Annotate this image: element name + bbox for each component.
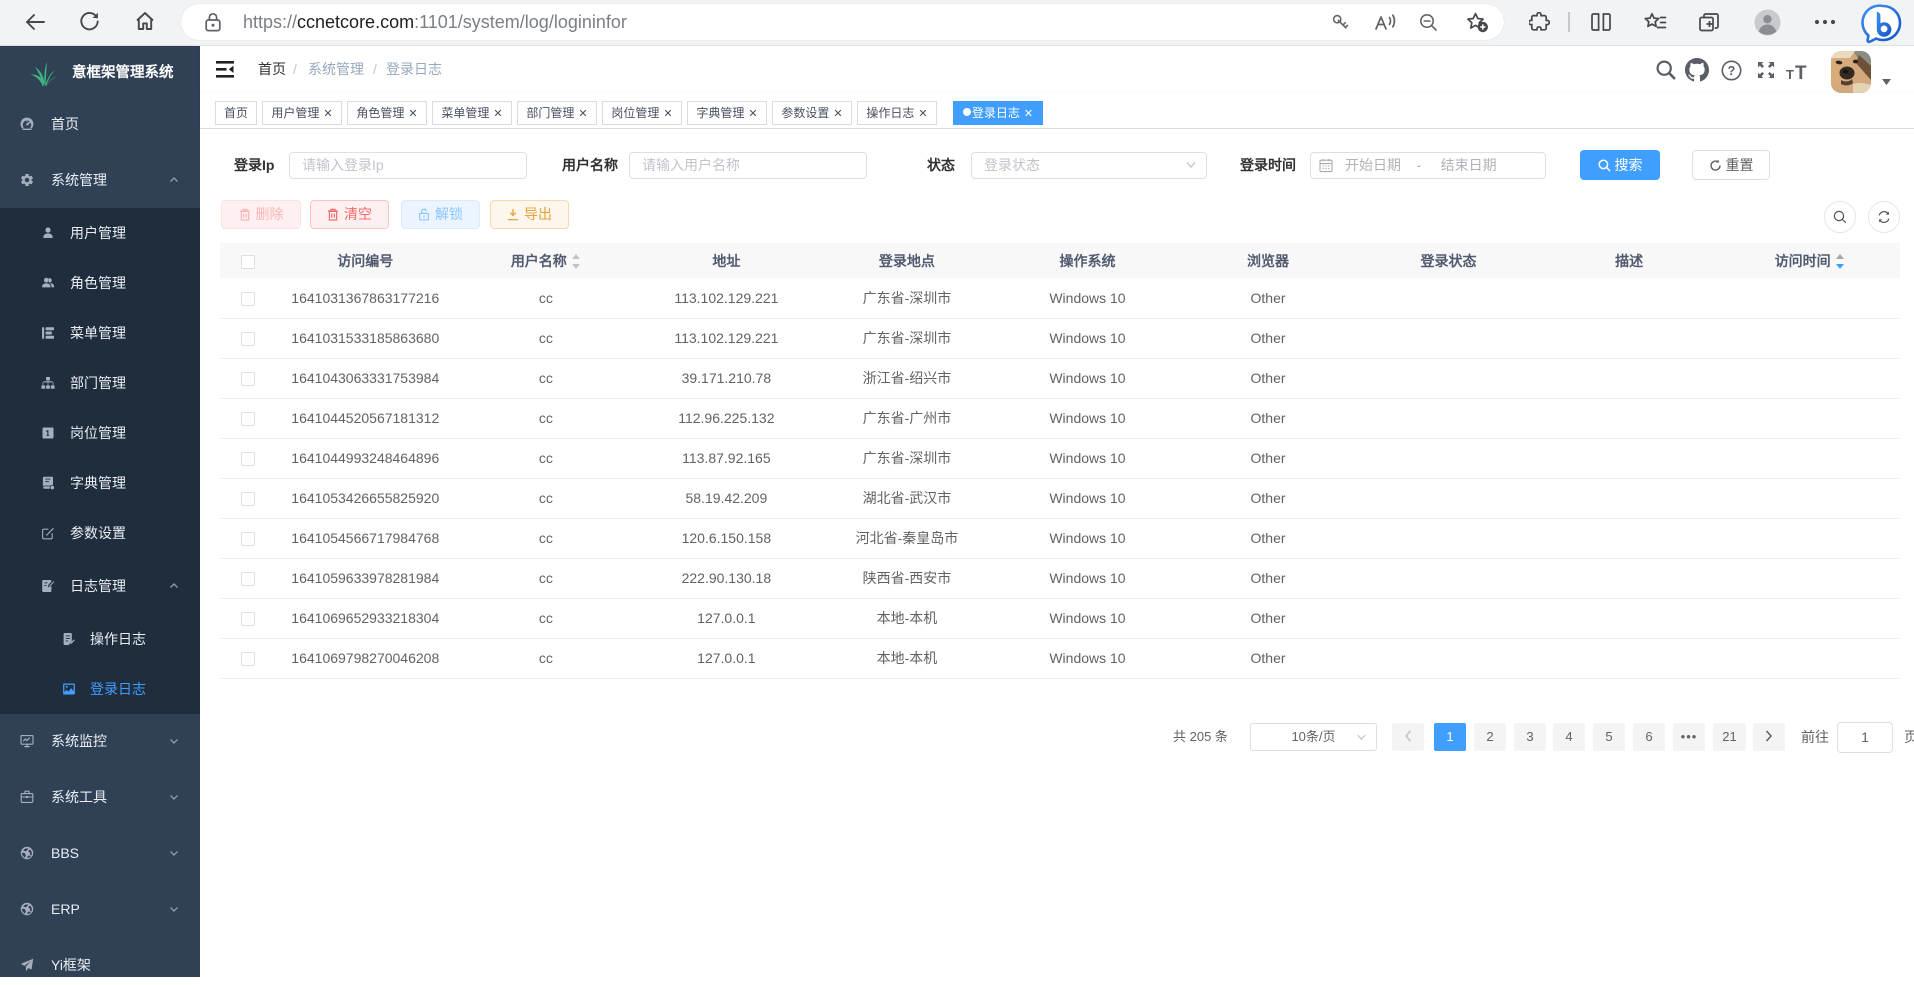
svg-text:T: T bbox=[1795, 63, 1807, 80]
svg-text:T: T bbox=[1786, 67, 1794, 80]
svg-text:?: ? bbox=[1728, 64, 1736, 78]
